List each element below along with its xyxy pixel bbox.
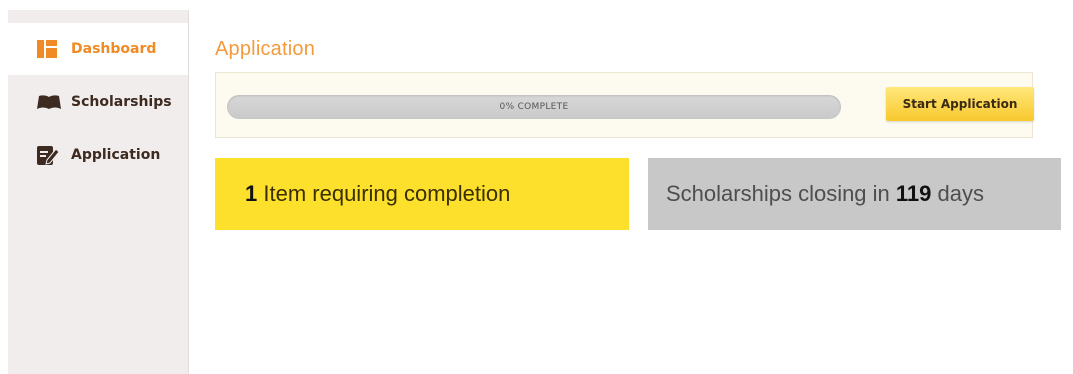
scholarships-closing-card: Scholarships closing in 119 days bbox=[648, 158, 1061, 230]
progress-panel: 0% COMPLETE Start Application bbox=[215, 72, 1034, 138]
sidebar-item-dashboard[interactable]: Dashboard bbox=[8, 23, 188, 75]
sidebar-item-label: Dashboard bbox=[71, 41, 157, 57]
closing-prefix: Scholarships closing in bbox=[666, 181, 890, 206]
sidebar-item-label: Application bbox=[71, 147, 161, 163]
dashboard-icon bbox=[37, 39, 65, 59]
progress-bar: 0% COMPLETE bbox=[227, 95, 841, 119]
sidebar-item-scholarships[interactable]: Scholarships bbox=[8, 76, 188, 128]
closing-suffix: days bbox=[937, 181, 985, 206]
items-requiring-completion-card[interactable]: 1 Item requiring completion bbox=[215, 158, 629, 230]
closing-days: 119 bbox=[895, 181, 932, 206]
book-icon bbox=[37, 92, 65, 112]
edit-icon bbox=[37, 145, 65, 165]
start-application-button[interactable]: Start Application bbox=[886, 87, 1034, 121]
sidebar-item-application[interactable]: Application bbox=[8, 129, 188, 181]
progress-label: 0% COMPLETE bbox=[499, 102, 569, 112]
items-count: 1 bbox=[245, 181, 258, 206]
sidebar-item-label: Scholarships bbox=[71, 94, 172, 110]
items-text: Item requiring completion bbox=[263, 181, 511, 206]
sidebar: Dashboard Scholarships Application bbox=[8, 10, 189, 374]
page-title: Application bbox=[215, 38, 316, 60]
